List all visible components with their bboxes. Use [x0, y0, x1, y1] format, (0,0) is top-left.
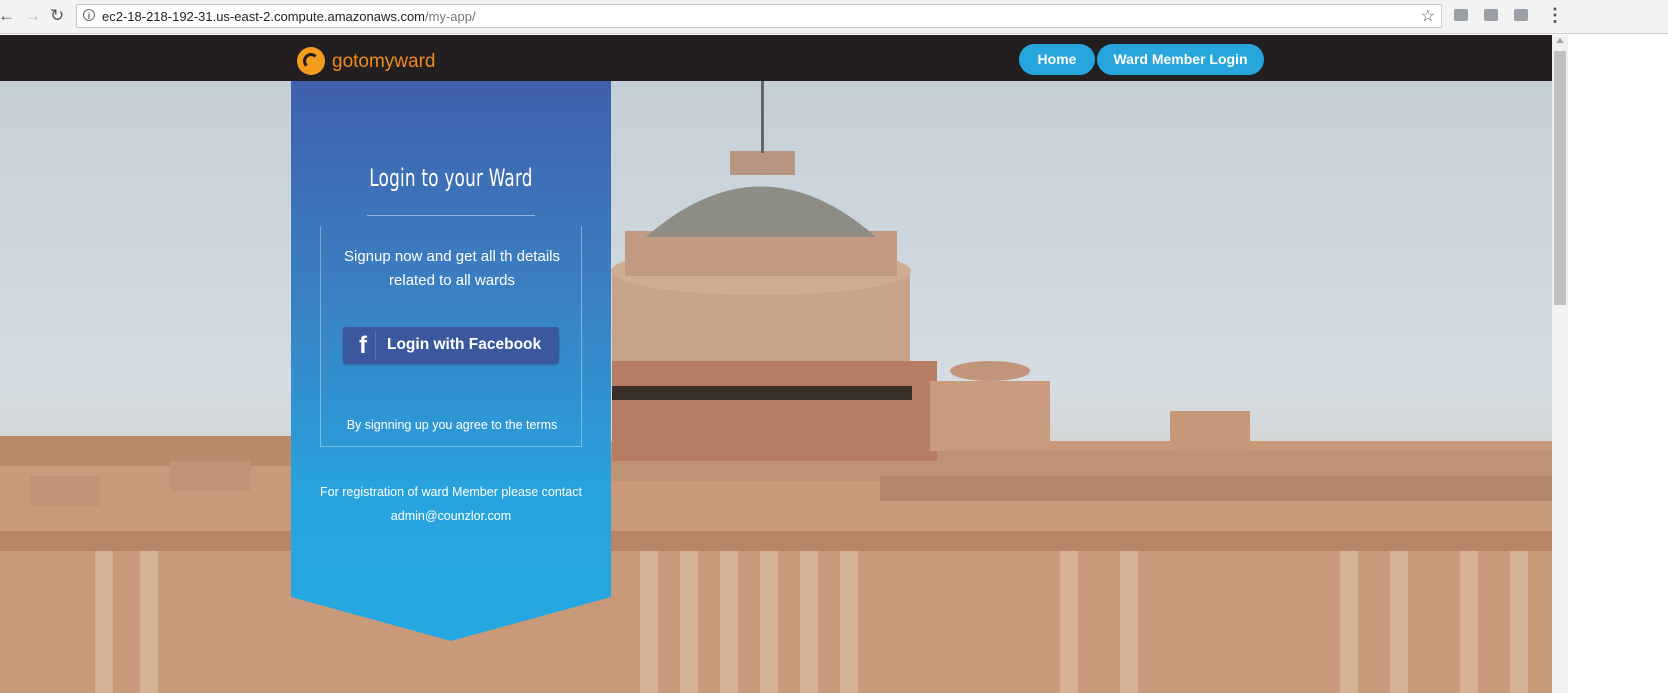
building-illustration	[0, 81, 1552, 693]
site-header: gotomyward Home Ward Member Login	[0, 35, 1552, 81]
url-host: ec2-18-218-192-31.us-east-2.compute.amaz…	[102, 9, 426, 24]
menu-dots-icon[interactable]: ⋮	[1546, 4, 1564, 26]
contact-email: admin@counzlor.com	[390, 509, 512, 523]
info-icon[interactable]: i	[83, 9, 95, 21]
extension-icon[interactable]	[1514, 9, 1528, 21]
bookmark-star-icon[interactable]: ☆	[1421, 6, 1435, 26]
url-path: /my-app/	[425, 9, 476, 24]
scroll-up-arrow-icon[interactable]	[1556, 38, 1564, 43]
page: gotomyward Home Ward Member Login Login …	[0, 35, 1552, 693]
hero-background-image	[0, 81, 1552, 693]
forward-arrow-icon[interactable]: →	[24, 6, 41, 26]
scrollbar-thumb[interactable]	[1554, 51, 1566, 305]
login-panel: Login to your Ward Signup now and get al…	[291, 81, 611, 641]
nav-ward-member-login-button[interactable]: Ward Member Login	[1097, 44, 1264, 75]
facebook-login-button[interactable]: f Login with Facebook	[343, 327, 559, 364]
browser-toolbar: ← → ↻ i ec2-18-218-192-31.us-east-2.comp…	[0, 0, 1668, 34]
reload-icon[interactable]: ↻	[50, 6, 64, 26]
extension-icon[interactable]	[1454, 9, 1468, 21]
url-text: ec2-18-218-192-31.us-east-2.compute.amaz…	[102, 9, 476, 24]
terms-text: By signning up you agree to the terms	[346, 418, 558, 432]
facebook-icon: f	[351, 331, 376, 360]
nav-home-button[interactable]: Home	[1019, 44, 1095, 75]
title-divider	[367, 215, 535, 216]
address-bar[interactable]: i ec2-18-218-192-31.us-east-2.compute.am…	[76, 4, 1442, 28]
signup-box: Signup now and get all th details relate…	[320, 226, 582, 447]
back-arrow-icon[interactable]: ←	[0, 6, 15, 26]
facebook-login-label: Login with Facebook	[387, 336, 542, 353]
logo-text: gotomyward	[332, 51, 436, 72]
panel-title: Login to your Ward	[369, 164, 533, 192]
signup-text: Signup now and get all th details relate…	[344, 248, 560, 289]
page-scrollbar[interactable]	[1552, 35, 1568, 693]
contact-info: For registration of ward Member please c…	[291, 480, 611, 528]
extension-icon[interactable]	[1484, 9, 1498, 21]
contact-text: For registration of ward Member please c…	[320, 485, 582, 499]
logo-mark-icon	[297, 47, 325, 75]
